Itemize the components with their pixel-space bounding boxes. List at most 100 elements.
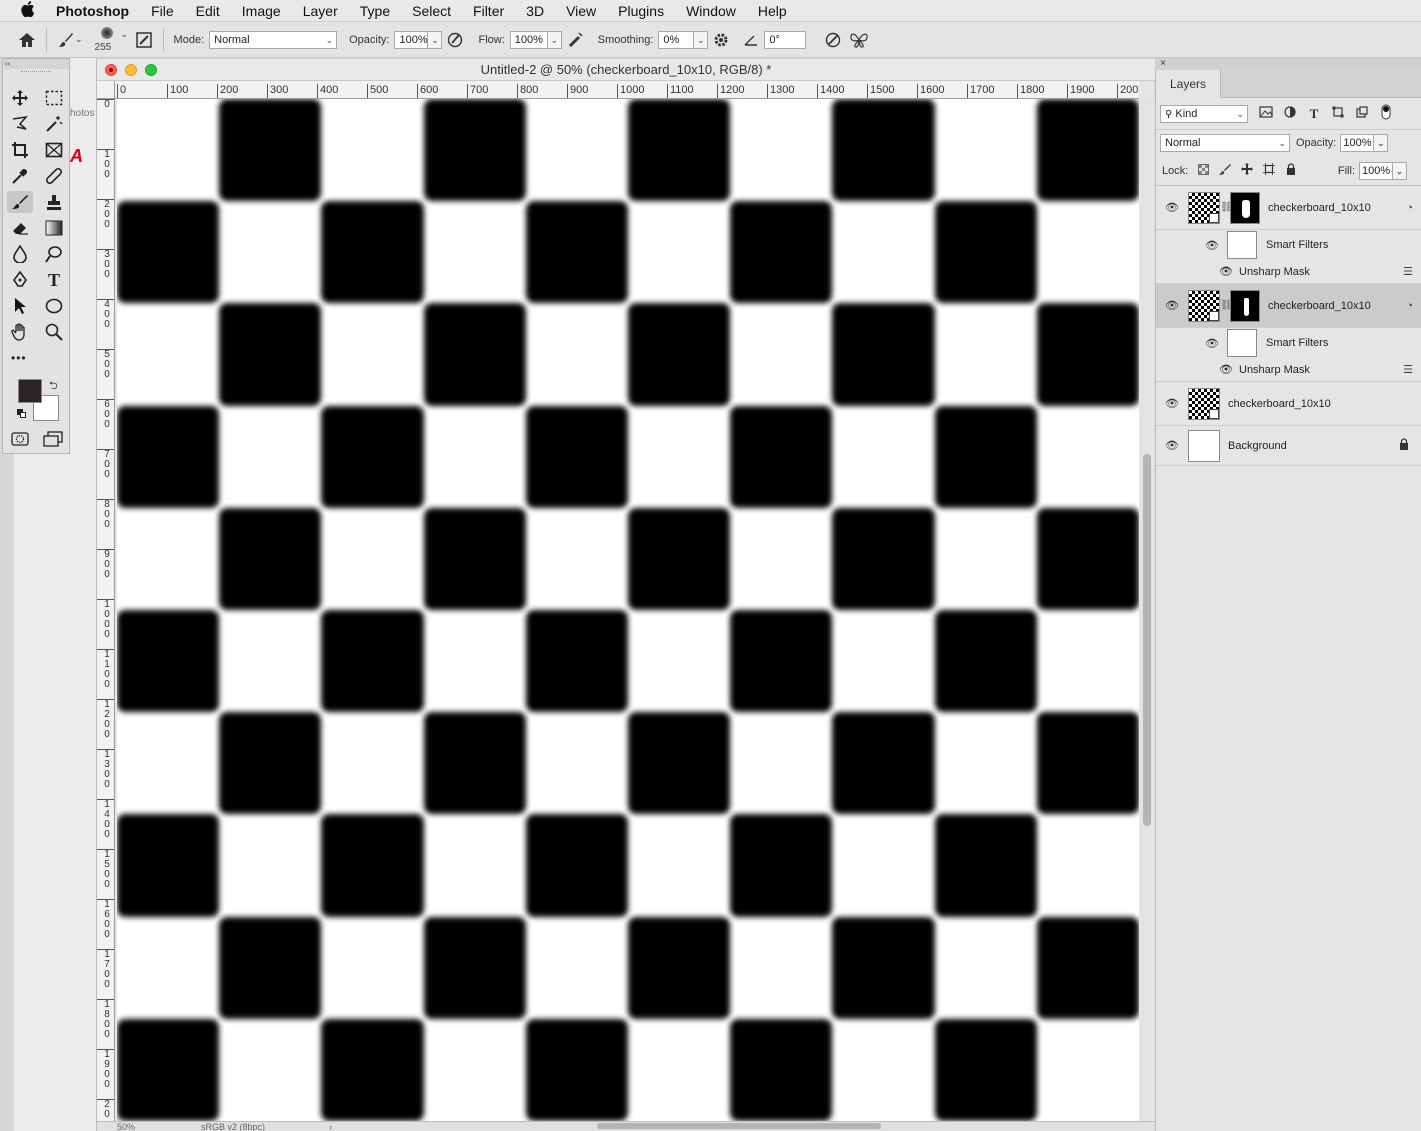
vertical-scrollbar-thumb[interactable] bbox=[1143, 454, 1151, 826]
layer-opacity-field[interactable]: 100% bbox=[1340, 134, 1375, 152]
panel-close-button[interactable]: × bbox=[1155, 58, 1421, 70]
type-tool-icon[interactable]: T bbox=[37, 267, 71, 293]
ruler-origin[interactable] bbox=[97, 81, 115, 99]
menu-help[interactable]: Help bbox=[758, 3, 787, 19]
apple-icon[interactable] bbox=[0, 0, 56, 21]
ellipse-tool-icon[interactable] bbox=[37, 293, 71, 319]
type-layer-filter-icon[interactable]: T bbox=[1302, 106, 1326, 122]
layer-opacity-dropdown[interactable]: ⌄ bbox=[1374, 134, 1389, 152]
lock-position-icon[interactable] bbox=[1236, 163, 1258, 178]
lasso-tool-icon[interactable] bbox=[3, 111, 37, 137]
symmetry-butterfly-icon[interactable] bbox=[846, 27, 872, 53]
vertical-scrollbar[interactable] bbox=[1140, 99, 1155, 1121]
tab-layers[interactable]: Layers bbox=[1156, 70, 1222, 98]
layer-row[interactable]: 👁 Background bbox=[1156, 426, 1421, 466]
menu-image[interactable]: Image bbox=[242, 3, 281, 19]
menu-app-name[interactable]: Photoshop bbox=[56, 3, 129, 19]
airbrush-icon[interactable] bbox=[562, 27, 588, 53]
smart-filter-mask-thumbnail[interactable] bbox=[1227, 231, 1257, 259]
home-icon[interactable] bbox=[14, 27, 40, 53]
layer-row-selected[interactable]: 👁 ⛓ checkerboard_10x10 ◔ bbox=[1156, 284, 1421, 328]
layer-mask-thumbnail[interactable] bbox=[1230, 191, 1260, 224]
eye-icon[interactable]: 👁 bbox=[1197, 239, 1227, 252]
more-tools-icon[interactable]: ••• bbox=[3, 345, 37, 371]
shape-layer-filter-icon[interactable] bbox=[1326, 106, 1350, 121]
path-selection-tool-icon[interactable] bbox=[3, 293, 37, 319]
horizontal-scrollbar-thumb[interactable] bbox=[597, 1123, 881, 1129]
flow-field[interactable]: 100% bbox=[509, 30, 548, 49]
gradient-tool-icon[interactable] bbox=[37, 215, 71, 241]
hand-tool-icon[interactable] bbox=[3, 319, 37, 345]
foreground-color-swatch[interactable] bbox=[18, 379, 42, 403]
layer-row[interactable]: 👁 ⛓ checkerboard_10x10 ◔ bbox=[1156, 186, 1421, 230]
eye-icon[interactable]: 👁 bbox=[1156, 439, 1188, 452]
lock-icon[interactable] bbox=[1399, 438, 1409, 453]
pen-tool-icon[interactable] bbox=[3, 267, 37, 293]
zoom-tool-icon[interactable] bbox=[37, 319, 71, 345]
lock-pixels-icon[interactable] bbox=[1214, 163, 1236, 178]
lock-artboard-icon[interactable] bbox=[1258, 163, 1280, 178]
filter-blending-options-icon[interactable]: ☰ bbox=[1403, 363, 1413, 376]
horizontal-ruler[interactable]: 0 100 200 300 400 500 600 700 800 900 1000 1100 1200… bbox=[115, 81, 1139, 99]
fill-field[interactable]: 100% bbox=[1359, 161, 1393, 180]
healing-brush-tool-icon[interactable] bbox=[37, 163, 71, 189]
eye-icon[interactable]: 👁 bbox=[1197, 337, 1227, 350]
document-titlebar[interactable]: Untitled-2 @ 50% (checkerboard_10x10, RG… bbox=[97, 59, 1155, 81]
magic-wand-tool-icon[interactable] bbox=[37, 111, 71, 137]
menu-view[interactable]: View bbox=[566, 3, 596, 19]
move-tool-icon[interactable] bbox=[3, 85, 37, 111]
smoothing-field[interactable]: 0% bbox=[658, 30, 695, 49]
smoothing-dropdown[interactable]: ⌄ bbox=[694, 30, 709, 49]
adjustment-layer-filter-icon[interactable] bbox=[1278, 106, 1302, 121]
tools-collapse-button[interactable]: ‹‹ bbox=[3, 59, 69, 69]
menu-layer[interactable]: Layer bbox=[303, 3, 338, 19]
chevron-down-icon[interactable]: ⌄ bbox=[75, 34, 83, 45]
canvas[interactable] bbox=[117, 99, 1139, 1121]
filter-toggle-icon[interactable] bbox=[1374, 104, 1398, 123]
lock-all-icon[interactable] bbox=[1280, 163, 1302, 178]
quick-mask-icon[interactable] bbox=[11, 431, 29, 450]
brush-tool-icon[interactable] bbox=[7, 191, 33, 213]
eye-icon[interactable]: 👁 bbox=[1213, 363, 1239, 376]
smart-filter-mask-thumbnail[interactable] bbox=[1227, 329, 1257, 357]
eye-icon[interactable]: 👁 bbox=[1156, 397, 1188, 410]
filter-kind-select[interactable]: ⚲ Kind ⌄ bbox=[1160, 104, 1248, 123]
menu-file[interactable]: File bbox=[151, 3, 174, 19]
smart-filter-item[interactable]: 👁 Unsharp Mask ☰ bbox=[1156, 260, 1421, 284]
layer-name[interactable]: checkerboard_10x10 bbox=[1268, 300, 1371, 312]
eye-icon[interactable]: 👁 bbox=[1156, 201, 1188, 214]
layer-name[interactable]: checkerboard_10x10 bbox=[1228, 398, 1331, 410]
menu-plugins[interactable]: Plugins bbox=[618, 3, 664, 19]
default-colors-icon[interactable] bbox=[17, 409, 27, 419]
menu-filter[interactable]: Filter bbox=[473, 3, 504, 19]
status-zoom[interactable]: 50% bbox=[117, 1122, 135, 1131]
eyedropper-tool-icon[interactable] bbox=[3, 163, 37, 189]
layer-mask-thumbnail[interactable] bbox=[1230, 289, 1260, 322]
swap-colors-icon[interactable]: ⮌ bbox=[49, 377, 58, 396]
mode-select[interactable]: Normal ⌄ bbox=[209, 30, 338, 49]
brush-preset-picker[interactable]: 255 ⌄ bbox=[91, 23, 131, 57]
layer-row[interactable]: 👁 checkerboard_10x10 bbox=[1156, 382, 1421, 426]
link-icon[interactable]: ⛓ bbox=[1220, 300, 1233, 311]
opacity-field[interactable]: 100% bbox=[394, 30, 429, 49]
link-icon[interactable]: ⛓ bbox=[1220, 202, 1233, 213]
menu-type[interactable]: Type bbox=[360, 3, 390, 19]
crop-tool-icon[interactable] bbox=[3, 137, 37, 163]
layer-name[interactable]: Background bbox=[1228, 440, 1287, 452]
lock-transparency-icon[interactable] bbox=[1192, 163, 1214, 178]
screen-mode-icon[interactable] bbox=[43, 431, 63, 450]
brush-settings-panel-icon[interactable] bbox=[131, 27, 157, 53]
pixel-layer-filter-icon[interactable] bbox=[1254, 106, 1278, 121]
eye-icon[interactable]: 👁 bbox=[1213, 265, 1239, 278]
flow-dropdown[interactable]: ⌄ bbox=[547, 30, 562, 49]
fill-dropdown[interactable]: ⌄ bbox=[1393, 161, 1407, 180]
smart-object-filter-icon[interactable] bbox=[1350, 106, 1374, 121]
smart-filter-item[interactable]: 👁 Unsharp Mask ☰ bbox=[1156, 358, 1421, 382]
status-doc-profile[interactable]: sRGB v2 (8bpc) bbox=[201, 1122, 265, 1131]
gear-icon[interactable] bbox=[708, 27, 734, 53]
smart-filters-row[interactable]: 👁 Smart Filters bbox=[1156, 230, 1421, 260]
tools-grip[interactable] bbox=[21, 71, 51, 79]
clone-stamp-tool-icon[interactable] bbox=[37, 189, 71, 215]
blend-mode-select[interactable]: Normal ⌄ bbox=[1160, 134, 1290, 152]
vertical-ruler[interactable]: 0 1 0 0 2 0 0 3 0 0 4 0 0 5 0 0 6 0 0 7 0 0 8 0 … bbox=[97, 99, 115, 1121]
